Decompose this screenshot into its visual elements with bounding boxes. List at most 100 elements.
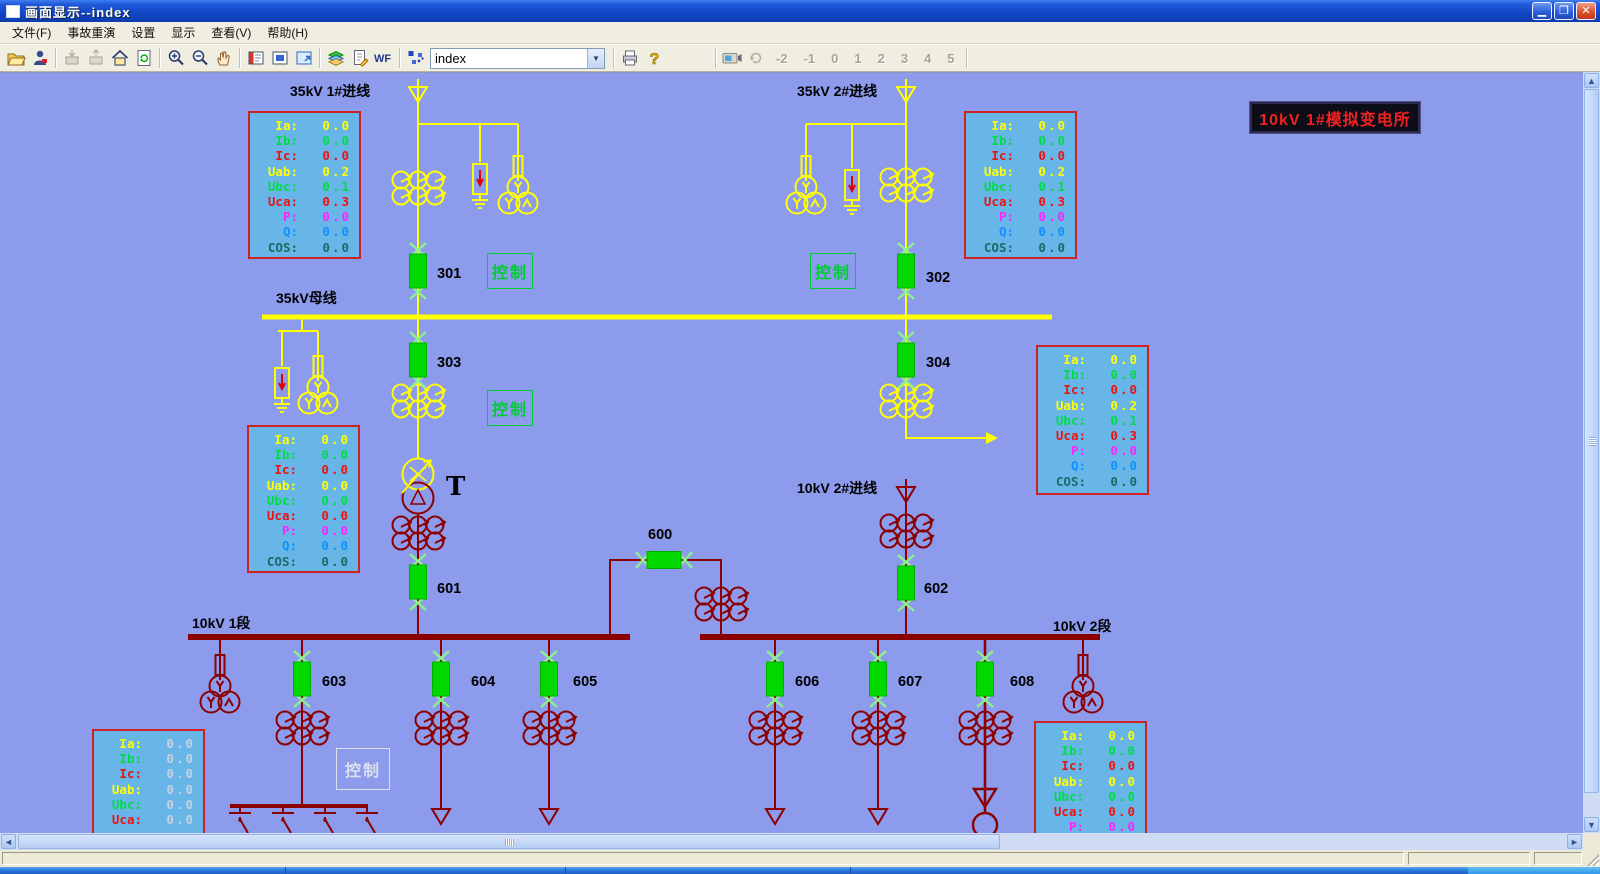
zoom-level-5[interactable]: 5 [939,51,962,66]
measurement-value: 0.0 [322,209,351,224]
zoom-out-icon[interactable] [188,46,212,70]
control-button-303[interactable]: 控制 [487,390,533,426]
close-button[interactable]: ✕ [1576,2,1596,20]
label-incoming10-2: 10kV 2#进线 [797,480,877,496]
title-bar[interactable]: 画面显示--index ▁ ❐ ✕ [0,0,1600,22]
measurement-row: Uca:0.3 [972,194,1067,209]
menu-replay[interactable]: 事故重演 [59,21,123,44]
measurement-value: 0.3 [1038,194,1067,209]
maximize-button[interactable]: ❐ [1554,2,1574,20]
pan-hand-icon[interactable] [212,46,236,70]
import-disabled-icon[interactable] [60,46,84,70]
breaker-605[interactable] [541,651,558,707]
measurement-label: Q: [1044,458,1086,473]
zoom-level-1[interactable]: 1 [846,51,869,66]
zoom-in-icon[interactable] [164,46,188,70]
layers-icon[interactable] [324,46,348,70]
taskbar-edge[interactable] [0,867,1600,874]
view-red-icon[interactable] [244,46,268,70]
measurement-label: Uca: [1042,804,1084,819]
transformer-T-symbol[interactable] [402,459,434,514]
measurement-label: P: [256,209,298,224]
measurement-value: 0.2 [1110,398,1139,413]
measurement-value: 0.0 [322,133,351,148]
zoom-level--2[interactable]: -2 [768,51,796,66]
measurement-value: 0.0 [321,432,350,447]
breaker-600[interactable] [636,552,692,569]
zoom-level-4[interactable]: 4 [916,51,939,66]
measurement-value: 0.0 [1110,474,1139,489]
measurement-label: Ib: [972,133,1014,148]
breaker-601[interactable] [410,554,427,610]
breaker-604[interactable] [433,651,450,707]
control-button-capbank[interactable]: 控制 [336,748,390,790]
svg-text:?: ? [650,51,660,68]
user-icon[interactable] [28,46,52,70]
horizontal-scrollbar[interactable]: ◄ ► [0,833,1583,850]
horizontal-scroll-thumb[interactable] [18,834,1000,849]
measurement-value: 0.0 [1108,774,1137,789]
scroll-up-icon[interactable]: ▲ [1584,73,1599,88]
replay-icon[interactable] [720,46,744,70]
measurement-row: Ib:0.0 [256,133,351,148]
scroll-right-icon[interactable]: ► [1567,834,1582,849]
open-folder-icon[interactable] [4,46,28,70]
breaker-602[interactable] [898,555,915,611]
view-blue-icon[interactable] [268,46,292,70]
menu-help[interactable]: 帮助(H) [259,21,316,44]
menu-file[interactable]: 文件(F) [4,21,59,44]
view-window-icon[interactable] [292,46,316,70]
vertical-scroll-thumb[interactable] [1584,89,1599,793]
export-disabled-icon[interactable] [84,46,108,70]
minimize-button[interactable]: ▁ [1532,2,1552,20]
breaker-302[interactable] [898,243,915,299]
measurement-value: 0.0 [1110,443,1139,458]
measurement-row: Ubc:0.1 [1044,413,1139,428]
breaker-303[interactable] [410,332,427,388]
vertical-scrollbar[interactable]: ▲ ▼ [1583,72,1600,833]
label-breaker-607: 607 [898,674,922,690]
scroll-down-icon[interactable]: ▼ [1584,817,1599,832]
home-icon[interactable] [108,46,132,70]
menu-display[interactable]: 显示 [163,21,203,44]
zoom-level-3[interactable]: 3 [893,51,916,66]
zoom-level-0[interactable]: 0 [823,51,846,66]
scroll-left-icon[interactable]: ◄ [1,834,16,849]
breaker-606[interactable] [767,651,784,707]
measurement-label: Ubc: [1042,789,1084,804]
zoom-level--1[interactable]: -1 [796,51,824,66]
resize-grip-icon[interactable] [1587,854,1599,866]
measurement-value: 0.2 [322,164,351,179]
combo-dropdown-icon[interactable]: ▼ [587,49,604,68]
pt-bus1-icon [201,676,240,713]
zoom-level-2[interactable]: 2 [870,51,893,66]
menu-settings[interactable]: 设置 [123,21,163,44]
print-icon[interactable] [618,46,642,70]
wf-icon[interactable]: WF [372,46,396,70]
measurement-value: 0.3 [322,194,351,209]
jump-icon[interactable] [404,46,428,70]
control-button-302[interactable]: 控制 [810,253,856,289]
breaker-304[interactable] [898,332,915,388]
rotate-disabled-icon[interactable] [744,46,768,70]
measurement-value: 0.0 [322,240,351,255]
breaker-607[interactable] [870,651,887,707]
control-button-301[interactable]: 控制 [487,253,533,289]
measurement-label: COS: [972,240,1014,255]
measurement-row: Uab:0.2 [256,164,351,179]
hv-35kv-network [274,79,998,459]
breaker-603[interactable] [294,651,311,707]
measurement-value: 0.0 [322,118,351,133]
measurement-value: 0.3 [1110,428,1139,443]
measurement-value: 0.0 [322,148,351,163]
station-title: 10kV 1#模拟变电所 [1250,102,1420,133]
breaker-301[interactable] [410,243,427,299]
refresh-icon[interactable] [132,46,156,70]
measurement-label: Ic: [256,148,298,163]
breaker-608[interactable] [977,651,994,707]
help-icon[interactable]: ? [642,46,666,70]
menu-view[interactable]: 查看(V) [203,21,259,44]
properties-icon[interactable] [348,46,372,70]
measurement-row: Q:0.0 [255,538,350,553]
screen-selector-combo[interactable]: index ▼ [430,48,605,69]
